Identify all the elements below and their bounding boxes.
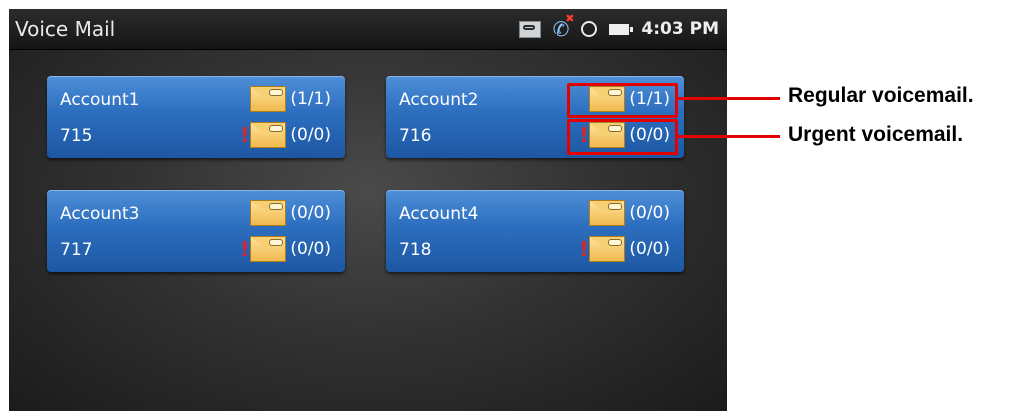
account-card-3[interactable]: Account3 717 (0/0) ! (0/0): [47, 190, 345, 272]
account-name: Account3: [60, 204, 140, 224]
battery-icon: [609, 23, 634, 35]
account-number: 716: [399, 126, 432, 146]
urgent-count: (0/0): [629, 239, 670, 259]
account-number: 715: [60, 126, 93, 146]
urgent-voicemail[interactable]: ! (0/0): [240, 236, 331, 262]
urgent-voicemail[interactable]: ! (0/0): [579, 236, 670, 262]
status-icons: ✆ ✖ 4:03 PM: [518, 12, 719, 41]
regular-voicemail[interactable]: (0/0): [250, 200, 331, 226]
regular-count: (0/0): [290, 203, 331, 223]
envelope-icon: [250, 200, 287, 226]
status-time: 4:03 PM: [641, 19, 719, 39]
sync-icon: [581, 21, 598, 37]
account-number: 717: [60, 240, 93, 260]
regular-voicemail[interactable]: (1/1): [250, 86, 331, 112]
device-screen: Voice Mail ✆ ✖ 4:03 PM Account1 715 (1/1)…: [9, 9, 727, 411]
urgent-voicemail[interactable]: ! (0/0): [240, 122, 331, 148]
account-card-1[interactable]: Account1 715 (1/1) ! (0/0): [47, 76, 345, 158]
account-name: Account4: [399, 204, 479, 224]
urgent-icon: !: [240, 123, 250, 147]
account-number: 718: [399, 240, 432, 260]
account-card-4[interactable]: Account4 718 (0/0) ! (0/0): [386, 190, 684, 272]
voicemail-icon: [518, 20, 541, 38]
urgent-icon: !: [240, 237, 250, 261]
urgent-count: (0/0): [290, 125, 331, 145]
regular-voicemail-label: Regular voicemail.: [788, 84, 974, 107]
urgent-count: (0/0): [290, 239, 331, 259]
regular-voicemail[interactable]: (0/0): [589, 200, 670, 226]
regular-callout-box: [567, 83, 678, 118]
envelope-icon: [589, 200, 626, 226]
envelope-icon: [250, 236, 287, 262]
account-name: Account2: [399, 90, 479, 110]
app-title: Voice Mail: [15, 17, 116, 41]
regular-callout-line: [678, 97, 780, 100]
missed-call-icon: ✆ ✖: [552, 12, 575, 41]
regular-count: (1/1): [290, 89, 331, 109]
urgent-callout-line: [678, 135, 780, 138]
envelope-icon: [250, 122, 287, 148]
status-bar: Voice Mail ✆ ✖ 4:03 PM: [9, 9, 727, 50]
account-name: Account1: [60, 90, 140, 110]
urgent-callout-box: [567, 119, 678, 155]
envelope-icon: [589, 236, 626, 262]
urgent-voicemail-label: Urgent voicemail.: [788, 123, 964, 146]
regular-count: (0/0): [629, 203, 670, 223]
envelope-icon: [250, 86, 287, 112]
urgent-icon: !: [579, 237, 589, 261]
